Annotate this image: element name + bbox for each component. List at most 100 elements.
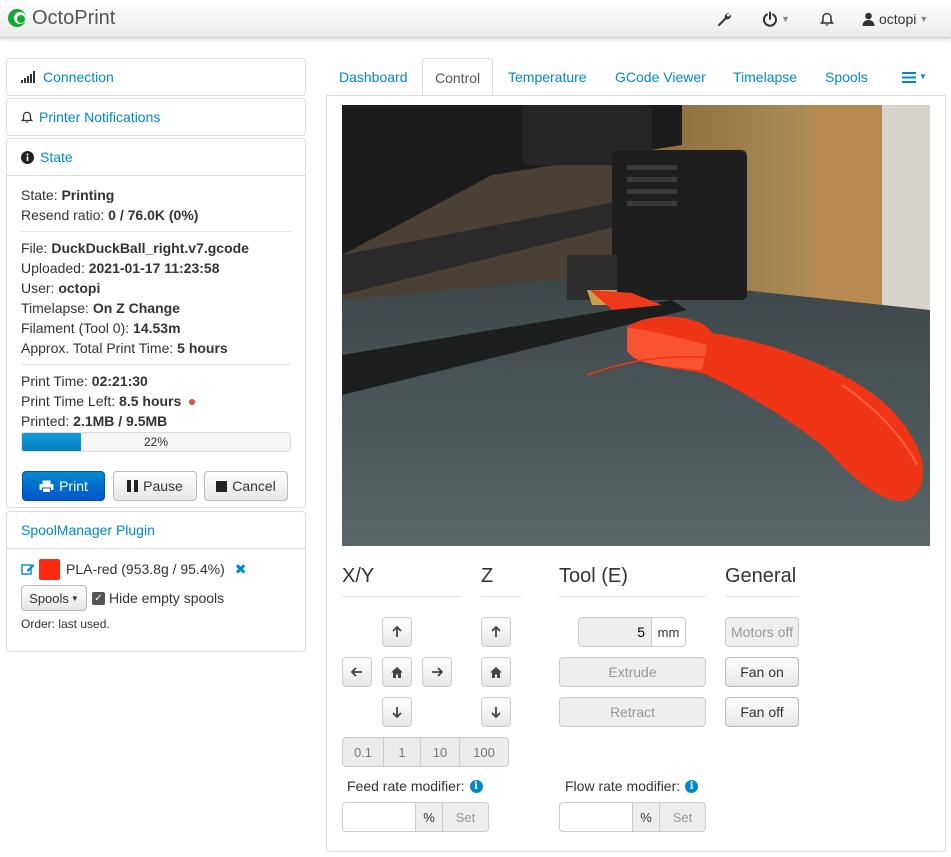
tab-more-menu[interactable]: ▼ xyxy=(902,58,927,96)
fan-on-button[interactable]: Fan on xyxy=(725,657,799,687)
print-time-left-row: Print Time Left: 8.5 hours xyxy=(21,391,291,411)
fan-off-button[interactable]: Fan off xyxy=(725,697,799,727)
connection-header[interactable]: Connection xyxy=(7,59,305,95)
file-row: File: DuckDuckBall_right.v7.gcode xyxy=(21,240,249,256)
info-icon[interactable]: i xyxy=(469,779,483,793)
divider xyxy=(21,364,291,365)
printer-notifications-label: Printer Notifications xyxy=(39,109,161,125)
tab-control[interactable]: Control xyxy=(422,58,494,96)
jog-x-minus-button[interactable] xyxy=(342,657,372,687)
uploaded-row: Uploaded: 2021-01-17 11:23:58 xyxy=(21,260,220,276)
pause-button[interactable]: Pause xyxy=(113,471,197,501)
xy-section-title: X/Y xyxy=(342,562,461,597)
print-time-row: Print Time: 02:21:30 xyxy=(21,373,148,389)
hide-empty-checkbox[interactable]: ✓ xyxy=(92,591,105,605)
power-menu-button[interactable]: ▼ xyxy=(762,0,790,38)
spools-dropdown-button[interactable]: Spools ▼ xyxy=(21,585,87,611)
edit-icon[interactable] xyxy=(21,562,35,576)
extrude-unit: mm xyxy=(651,617,686,647)
flow-rate-percent: % xyxy=(632,802,660,832)
spool-color-swatch xyxy=(39,558,60,580)
state-panel: State State: Printing Resend ratio: 0 / … xyxy=(6,138,306,508)
step-0-1-button[interactable]: 0.1 xyxy=(342,737,384,767)
divider xyxy=(21,231,291,232)
power-icon xyxy=(763,11,777,27)
timelapse-row: Timelapse: On Z Change xyxy=(21,300,180,316)
resend-ratio-row: Resend ratio: 0 / 76.0K (0%) xyxy=(21,207,199,223)
home-icon xyxy=(490,666,502,678)
info-icon xyxy=(21,150,34,164)
estimate-status-dot-icon xyxy=(189,399,196,406)
spoolmanager-header[interactable]: SpoolManager Plugin xyxy=(7,512,305,548)
arrow-up-icon xyxy=(491,626,501,637)
retract-button[interactable]: Retract xyxy=(559,697,706,727)
arrow-up-icon xyxy=(392,626,402,637)
signal-icon xyxy=(21,71,37,83)
remove-spool-icon[interactable]: ✖ xyxy=(235,561,247,578)
notifications-button[interactable] xyxy=(820,0,834,38)
info-icon[interactable]: i xyxy=(685,779,699,793)
list-icon xyxy=(902,71,916,83)
jog-y-plus-button[interactable] xyxy=(382,617,412,647)
webcam-stream xyxy=(342,105,930,546)
brand[interactable]: OctoPrint xyxy=(6,5,115,31)
extrude-button[interactable]: Extrude xyxy=(559,657,706,687)
chevron-down-icon: ▼ xyxy=(919,14,929,24)
flow-rate-set-button[interactable]: Set xyxy=(659,802,706,832)
printer-notifications-header[interactable]: Printer Notifications xyxy=(7,99,305,135)
spoolmanager-body: PLA-red (953.8g / 95.4%) ✖ Spools ▼ ✓ Hi… xyxy=(7,548,305,641)
printer-icon xyxy=(39,480,54,493)
feed-rate-label: Feed rate modifier: i xyxy=(347,778,483,794)
printer-notifications-panel: Printer Notifications xyxy=(6,98,306,136)
z-section-title: Z xyxy=(481,562,521,597)
tab-gcode-viewer[interactable]: GCode Viewer xyxy=(615,58,706,96)
stop-icon xyxy=(216,480,228,492)
print-progress-label: 22% xyxy=(143,435,169,449)
jog-x-plus-button[interactable] xyxy=(422,657,452,687)
home-z-button[interactable] xyxy=(481,657,511,687)
main-tabs: Dashboard Control Temperature GCode View… xyxy=(326,58,946,96)
user-icon xyxy=(862,12,875,26)
user-row: User: octopi xyxy=(21,280,101,296)
arrow-down-icon xyxy=(491,707,501,718)
arrow-down-icon xyxy=(392,707,402,718)
hide-empty-label: Hide empty spools xyxy=(109,590,225,606)
webcam-image xyxy=(342,105,930,546)
tab-timelapse[interactable]: Timelapse xyxy=(733,58,797,96)
bell-icon xyxy=(820,12,834,26)
state-body: State: Printing Resend ratio: 0 / 76.0K … xyxy=(7,175,305,513)
step-1-button[interactable]: 1 xyxy=(383,737,421,767)
state-label: State xyxy=(40,149,73,165)
tab-spools[interactable]: Spools xyxy=(825,58,868,96)
tool-section-title: Tool (E) xyxy=(559,562,706,597)
printed-row: Printed: 2.1MB / 9.5MB xyxy=(21,413,168,429)
settings-button[interactable] xyxy=(716,0,732,38)
user-menu[interactable]: octopi ▼ xyxy=(862,0,928,38)
jog-z-plus-button[interactable] xyxy=(481,617,511,647)
arrow-left-icon xyxy=(351,667,362,677)
selected-spool-row: PLA-red (953.8g / 95.4%) ✖ xyxy=(21,557,291,581)
state-header[interactable]: State xyxy=(7,139,305,175)
motors-off-button[interactable]: Motors off xyxy=(725,617,799,647)
octoprint-logo-icon xyxy=(8,9,26,27)
home-xy-button[interactable] xyxy=(382,657,412,687)
print-progress: 22% xyxy=(21,432,291,452)
chevron-down-icon: ▼ xyxy=(919,72,927,81)
chevron-down-icon: ▼ xyxy=(781,14,790,24)
flow-rate-input[interactable] xyxy=(559,802,633,832)
tab-temperature[interactable]: Temperature xyxy=(508,58,587,96)
jog-z-minus-button[interactable] xyxy=(481,697,511,727)
connection-label: Connection xyxy=(43,69,114,85)
cancel-button[interactable]: Cancel xyxy=(204,471,288,501)
step-10-button[interactable]: 10 xyxy=(420,737,460,767)
step-100-button[interactable]: 100 xyxy=(459,737,509,767)
extrude-amount-input[interactable] xyxy=(578,617,652,647)
home-icon xyxy=(391,666,403,678)
tab-dashboard[interactable]: Dashboard xyxy=(339,58,408,96)
print-button[interactable]: Print xyxy=(22,471,105,501)
feed-rate-input[interactable] xyxy=(342,802,416,832)
pause-icon xyxy=(127,480,139,492)
caret-down-icon: ▼ xyxy=(70,593,79,603)
feed-rate-set-button[interactable]: Set xyxy=(442,802,489,832)
jog-y-minus-button[interactable] xyxy=(382,697,412,727)
